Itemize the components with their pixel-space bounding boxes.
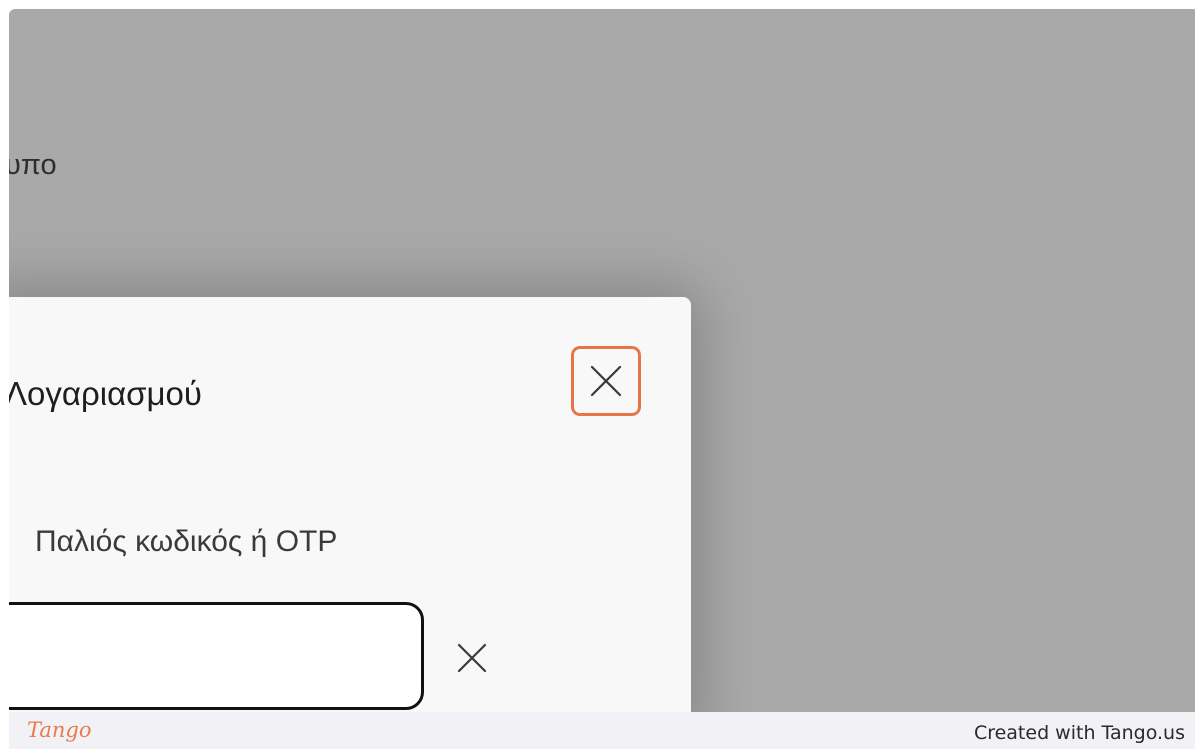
close-icon [590, 365, 622, 397]
footer-credit: Created with Tango.us [973, 722, 1185, 744]
dialog-close-button[interactable] [571, 346, 641, 416]
app-window: υπο Λογαριασμού Παλιός κωδικός ή OTP [9, 9, 1195, 712]
tango-logo: Tango [27, 718, 92, 742]
clear-input-button[interactable] [451, 637, 493, 679]
dialog-title: Λογαριασμού [9, 375, 202, 412]
change-password-dialog: Λογαριασμού Παλιός κωδικός ή OTP [9, 297, 691, 712]
old-password-label: Παλιός κωδικός ή OTP [35, 525, 338, 558]
old-password-input[interactable] [9, 602, 424, 710]
close-icon [457, 643, 487, 673]
background-page-text: υπο [9, 149, 57, 181]
footer-bar: Tango Created with Tango.us [9, 712, 1195, 749]
